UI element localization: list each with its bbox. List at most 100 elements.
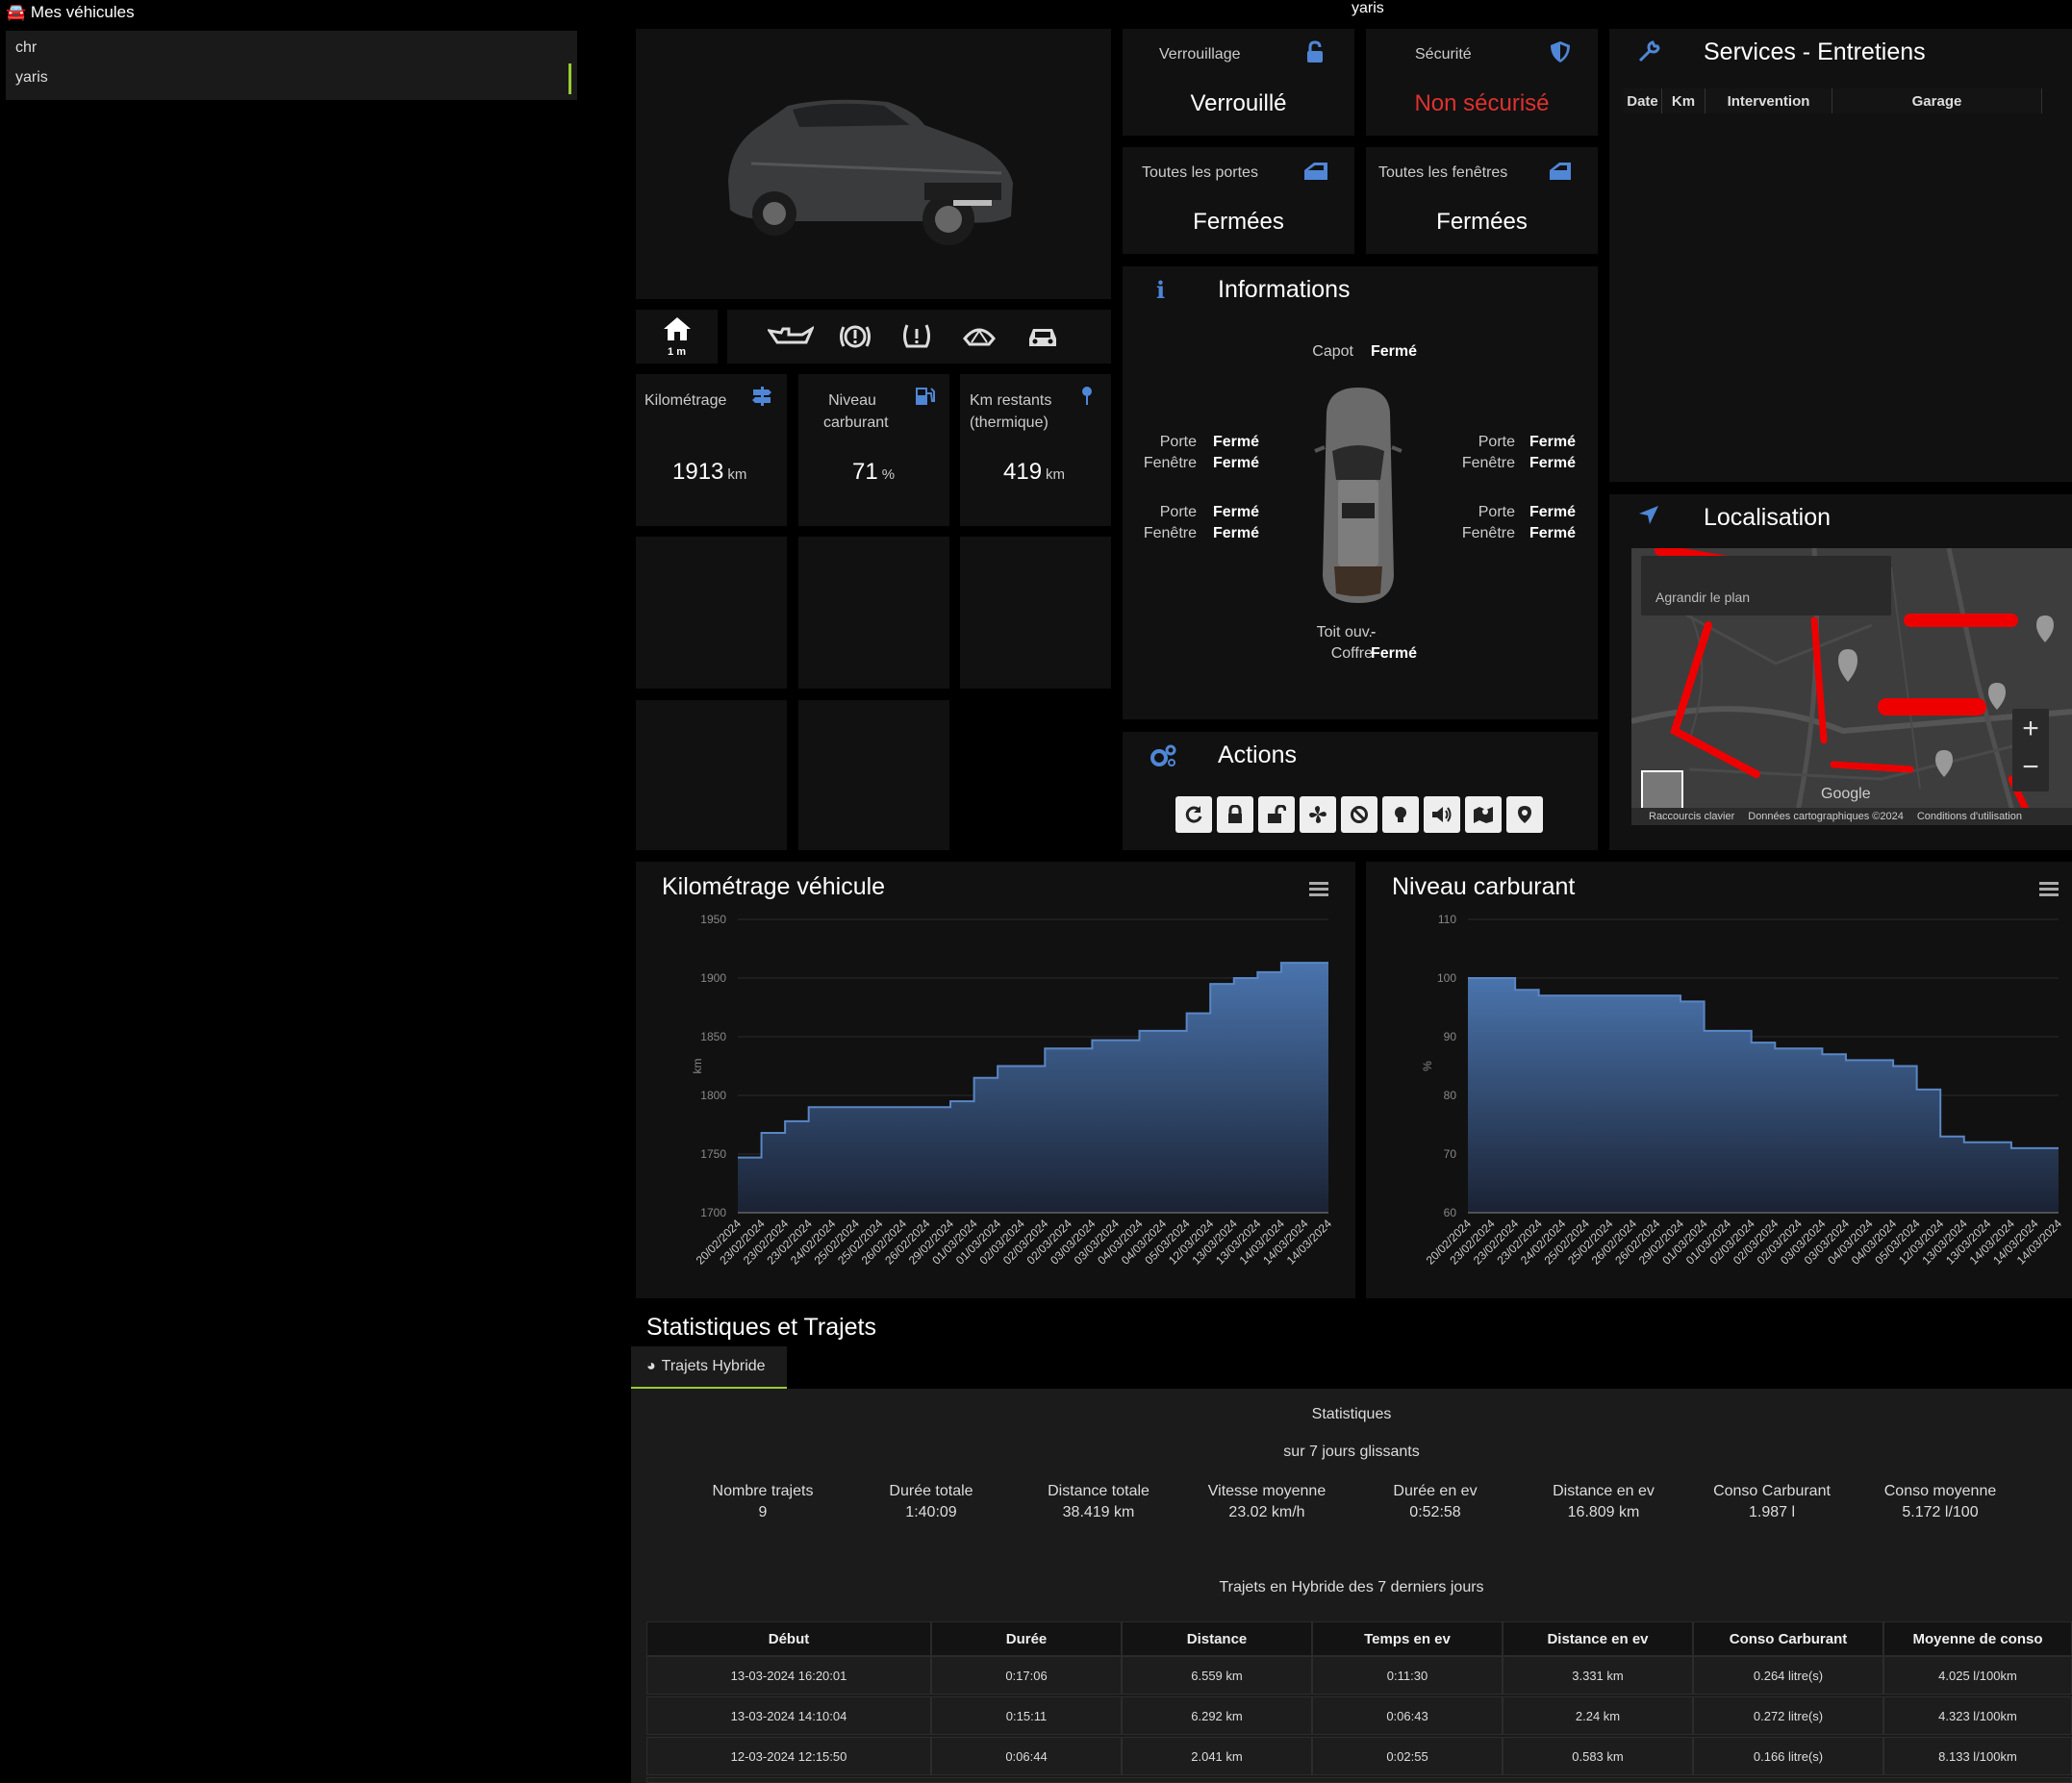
info-icon: i (1156, 276, 1166, 304)
home-badge: 1 m (636, 310, 718, 364)
trips-col-header[interactable]: Conso Carburant (1693, 1621, 1883, 1656)
trips-col-header[interactable]: Moyenne de conso (1883, 1621, 2072, 1656)
windows-status-title: Toutes les fenêtres (1378, 164, 1508, 181)
trunk-label: Coffre (1330, 645, 1373, 662)
vehicle-item-yaris[interactable]: yaris (15, 69, 48, 87)
fuel-chart-panel: Niveau carburant 60 70 80 90 100 110% 20/02/20… (1366, 862, 2072, 1298)
y-tick-label: 1800 (700, 1089, 726, 1102)
enlarge-map-link[interactable]: Agrandir le plan (1655, 590, 1750, 605)
trips-col-header[interactable]: Durée (931, 1621, 1122, 1656)
trips-table-cell: 0.272 litre(s) (1693, 1696, 1883, 1735)
trips-table-cell: 0:17:06 (931, 1656, 1122, 1695)
wrench-icon (1638, 40, 1660, 63)
series-area (738, 963, 1328, 1213)
stat-value: 5.172 l/100 (1902, 1504, 1979, 1520)
front-left-door-label: Porte (1159, 434, 1197, 450)
ban-icon (1351, 806, 1368, 823)
trips-table-cell: 6.559 km (1122, 1656, 1312, 1695)
services-col-intervention[interactable]: Intervention (1706, 88, 1832, 113)
rear-right-window-value: Fermé (1529, 525, 1577, 541)
horn-button[interactable] (1424, 796, 1460, 833)
stat-item: Durée totale 1:40:09 (846, 1481, 1016, 1523)
lock-button[interactable] (1217, 796, 1253, 833)
statistics-heading: Statistiques (1311, 1406, 1392, 1422)
zoom-in-button[interactable]: + (2012, 713, 2049, 745)
services-col-garage[interactable]: Garage (1832, 88, 2042, 113)
ventilation-button[interactable] (1300, 796, 1336, 833)
stat-label: Durée totale (889, 1483, 973, 1499)
stat-value: 0:52:58 (1409, 1504, 1461, 1520)
car-door-icon (1304, 163, 1327, 180)
security-status-value: Non sécurisé (1414, 90, 1550, 116)
y-tick-label: 1700 (700, 1206, 726, 1219)
trips-table-cell: 0.264 litre(s) (1693, 1656, 1883, 1695)
y-axis-label: % (1421, 1061, 1434, 1071)
front-right-door-value: Fermé (1529, 434, 1577, 450)
warning-bar (727, 310, 1111, 364)
trips-table-cell: 0:06:44 (931, 1737, 1122, 1775)
trips-col-header[interactable]: Début (646, 1621, 931, 1656)
lights-button[interactable] (1382, 796, 1419, 833)
trunk-value: Fermé (1371, 645, 1418, 662)
tab-trajets-hybride[interactable]: ◕ Trajets Hybride (631, 1346, 787, 1389)
vehicle-item-chr[interactable]: chr (15, 39, 37, 57)
mileage-unit: km (727, 466, 747, 483)
range-tile: Km restants (thermique) 419 km (960, 374, 1111, 526)
car-window-icon (1550, 163, 1571, 180)
windows-status-value: Fermées (1436, 209, 1528, 235)
fuel-unit: % (881, 466, 896, 483)
refresh-button[interactable] (1175, 796, 1212, 833)
stat-value: 16.809 km (1567, 1504, 1640, 1520)
services-col-date[interactable]: Date (1624, 88, 1662, 113)
brake-warning-icon (840, 325, 871, 348)
range-title: Km restants (thermique) (970, 392, 1052, 431)
trips-table-cell: 0:06:43 (1312, 1696, 1503, 1735)
trips-col-header[interactable]: Distance en ev (1503, 1621, 1693, 1656)
services-title: Services - Entretiens (1704, 38, 1926, 65)
rear-left-door-value: Fermé (1213, 504, 1260, 520)
trips-col-header[interactable]: Temps en ev (1312, 1621, 1503, 1656)
google-logo: Google (1821, 786, 1871, 802)
y-tick-label: 100 (1437, 971, 1456, 985)
sidebar-title: 🚘 Mes véhicules (6, 3, 135, 21)
mileage-value: 1913 (672, 459, 724, 485)
signpost-icon (752, 387, 771, 406)
oil-warning-icon (768, 326, 814, 344)
stat-value: 1.987 l (1748, 1504, 1796, 1520)
vehicle-name: yaris (1352, 0, 1384, 16)
zoom-out-button[interactable]: − (2012, 751, 2049, 784)
range-unit: km (1046, 466, 1066, 483)
rear-right-window-label: Fenêtre (1461, 525, 1515, 541)
empty-tile (636, 700, 787, 850)
terms-link[interactable]: Conditions d'utilisation (1917, 811, 2022, 822)
trips-col-header[interactable]: Distance (1122, 1621, 1312, 1656)
y-tick-label: 1900 (700, 971, 726, 985)
front-left-window-value: Fermé (1213, 455, 1260, 471)
stat-label: Distance en ev (1553, 1483, 1655, 1499)
y-tick-label: 90 (1444, 1030, 1457, 1043)
trips-title: Trajets en Hybride des 7 derniers jours (1219, 1579, 1484, 1595)
doors-status: Toutes les portes Fermées (1123, 147, 1354, 254)
trips-table-cell: 3.331 km (1503, 1656, 1693, 1695)
statistics-period: sur 7 jours glissants (1283, 1444, 1420, 1460)
stat-item: Distance totale 38.419 km (1014, 1481, 1183, 1523)
satellite-toggle[interactable] (1641, 770, 1683, 813)
home-distance: 1 m (668, 346, 686, 358)
rear-right-door-label: Porte (1478, 504, 1515, 520)
informations-title: Informations (1218, 276, 1351, 303)
y-tick-label: 80 (1444, 1089, 1457, 1102)
unlock-button[interactable] (1258, 796, 1295, 833)
security-status-title: Sécurité (1415, 46, 1472, 63)
services-col-km[interactable]: Km (1662, 88, 1706, 113)
stat-label: Vitesse moyenne (1207, 1483, 1327, 1499)
front-left-window-label: Fenêtre (1143, 455, 1197, 471)
keyboard-shortcuts-link[interactable]: Raccourcis clavier (1649, 811, 1734, 822)
trips-table-cell: 0:15:11 (931, 1696, 1122, 1735)
stat-label: Durée en ev (1393, 1483, 1478, 1499)
locate-button[interactable] (1506, 796, 1543, 833)
trips-table-cell: 13-03-2024 14:10:04 (646, 1696, 931, 1735)
cancel-button[interactable] (1341, 796, 1377, 833)
map-button[interactable] (1465, 796, 1502, 833)
map-view[interactable]: Agrandir le plan + − Google Raccourcis c… (1631, 548, 2072, 825)
stat-value: 1:40:09 (905, 1504, 957, 1520)
